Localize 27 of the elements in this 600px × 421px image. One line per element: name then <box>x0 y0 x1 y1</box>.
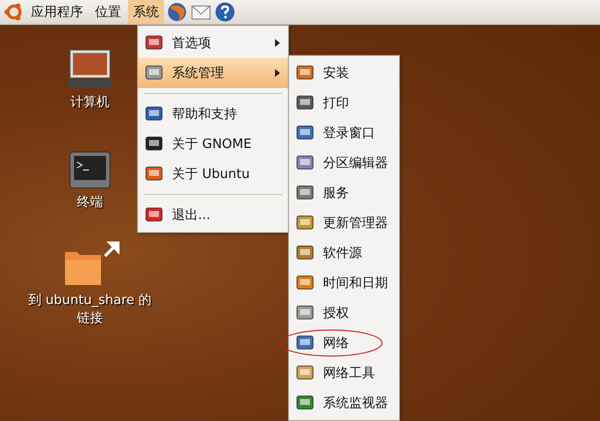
submenu-item[interactable]: 网络工具 <box>289 358 399 388</box>
panel-menu[interactable]: 系统 <box>128 0 164 24</box>
submenu-item[interactable]: 系统监视器 <box>289 388 399 418</box>
submenu-item[interactable]: 分区编辑器 <box>289 148 399 178</box>
terminal-icon[interactable] <box>68 150 112 190</box>
menu-item[interactable]: 退出... <box>138 200 288 230</box>
icon-label: 终端 <box>76 194 104 212</box>
menu-item[interactable]: 首选项 <box>138 28 288 58</box>
icon-label: 到 ubuntu_share 的链接 <box>27 292 153 328</box>
browser-globe-icon[interactable] <box>166 1 188 23</box>
submenu-item[interactable]: 安装 <box>289 58 399 88</box>
submenu-item[interactable]: 网络 <box>289 328 399 358</box>
icon-label: 计算机 <box>70 94 110 112</box>
submenu-item[interactable]: 服务 <box>289 178 399 208</box>
menu-item[interactable]: 关于 GNOME <box>138 129 288 159</box>
menu-item[interactable]: 关于 Ubuntu <box>138 159 288 189</box>
submenu-item[interactable]: 时间和日期 <box>289 268 399 298</box>
panel-menu[interactable]: 应用程序 <box>26 0 88 24</box>
submenu-item[interactable]: 登录窗口 <box>289 118 399 148</box>
panel-menu[interactable]: 位置 <box>90 0 126 24</box>
menu-item[interactable]: 帮助和支持 <box>138 99 288 129</box>
submenu-item[interactable]: 软件源 <box>289 238 399 268</box>
submenu-item[interactable]: 打印 <box>289 88 399 118</box>
computer-icon[interactable] <box>66 48 114 90</box>
menu-item[interactable]: 系统管理 <box>138 58 288 88</box>
submenu-item[interactable]: 更新管理器 <box>289 208 399 238</box>
submenu-item[interactable]: 授权 <box>289 298 399 328</box>
